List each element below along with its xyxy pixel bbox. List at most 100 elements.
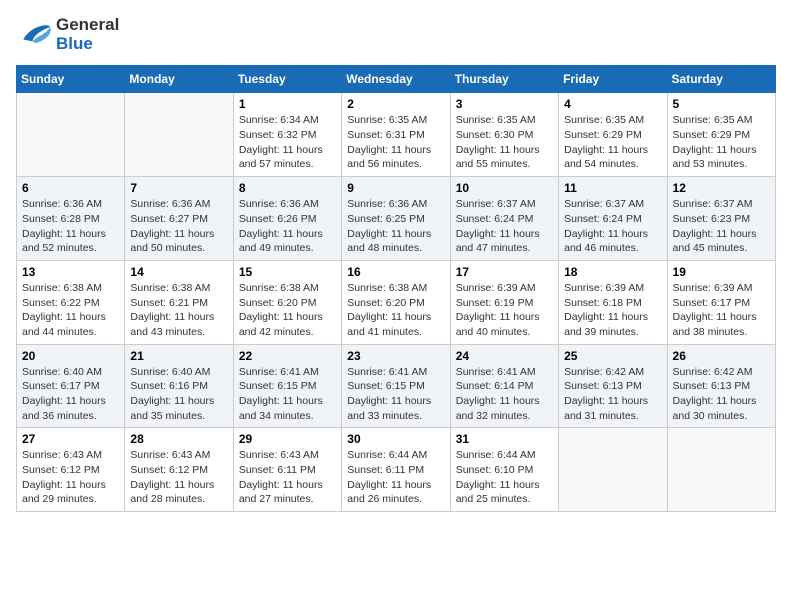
calendar-cell: 18Sunrise: 6:39 AM Sunset: 6:18 PM Dayli… [559, 260, 667, 344]
day-detail: Sunrise: 6:36 AM Sunset: 6:28 PM Dayligh… [22, 197, 119, 256]
calendar-cell: 27Sunrise: 6:43 AM Sunset: 6:12 PM Dayli… [17, 428, 125, 512]
day-header-wednesday: Wednesday [342, 66, 450, 93]
day-number: 24 [456, 349, 553, 363]
day-detail: Sunrise: 6:44 AM Sunset: 6:10 PM Dayligh… [456, 448, 553, 507]
day-detail: Sunrise: 6:35 AM Sunset: 6:29 PM Dayligh… [564, 113, 661, 172]
day-number: 15 [239, 265, 336, 279]
calendar-header-row: SundayMondayTuesdayWednesdayThursdayFrid… [17, 66, 776, 93]
calendar-cell: 17 Sunrise: 6:39 AM Sunset: 6:19 PM Dayli… [450, 260, 558, 344]
day-number: 19 [673, 265, 770, 279]
day-number: 4 [564, 97, 661, 111]
logo-text: General Blue [56, 16, 119, 53]
calendar-week-row: 20 Sunrise: 6:40 AM Sunset: 6:17 PM Dayli… [17, 344, 776, 428]
day-header-friday: Friday [559, 66, 667, 93]
day-detail: Sunrise: 6:35 AM Sunset: 6:29 PM Dayligh… [673, 113, 770, 172]
day-detail: Sunrise: 6:37 AM Sunset: 6:23 PM Dayligh… [673, 197, 770, 256]
day-number: 30 [347, 432, 444, 446]
day-number: 2 [347, 97, 444, 111]
day-number: 16 [347, 265, 444, 279]
calendar-cell [559, 428, 667, 512]
day-number: 29 [239, 432, 336, 446]
day-number: 26 [673, 349, 770, 363]
calendar-week-row: 13 Sunrise: 6:38 AM Sunset: 6:22 PM Dayli… [17, 260, 776, 344]
day-number: 11 [564, 181, 661, 195]
day-number: 23 [347, 349, 444, 363]
day-number: 20 [22, 349, 119, 363]
calendar-week-row: 6Sunrise: 6:36 AM Sunset: 6:28 PM Daylig… [17, 177, 776, 261]
day-number: 12 [673, 181, 770, 195]
day-detail: Sunrise: 6:38 AM Sunset: 6:21 PM Dayligh… [130, 281, 227, 340]
day-detail: Sunrise: 6:41 AM Sunset: 6:15 PM Dayligh… [347, 365, 444, 424]
day-number: 27 [22, 432, 119, 446]
day-number: 18 [564, 265, 661, 279]
day-number: 1 [239, 97, 336, 111]
calendar-cell: 26Sunrise: 6:42 AM Sunset: 6:13 PM Dayli… [667, 344, 775, 428]
day-number: 14 [130, 265, 227, 279]
day-number: 25 [564, 349, 661, 363]
calendar-cell: 23 Sunrise: 6:41 AM Sunset: 6:15 PM Dayli… [342, 344, 450, 428]
day-detail: Sunrise: 6:40 AM Sunset: 6:17 PM Dayligh… [22, 365, 119, 424]
day-number: 7 [130, 181, 227, 195]
day-detail: Sunrise: 6:41 AM Sunset: 6:14 PM Dayligh… [456, 365, 553, 424]
calendar-cell [667, 428, 775, 512]
day-number: 5 [673, 97, 770, 111]
day-detail: Sunrise: 6:43 AM Sunset: 6:11 PM Dayligh… [239, 448, 336, 507]
calendar-cell: 11 Sunrise: 6:37 AM Sunset: 6:24 PM Dayli… [559, 177, 667, 261]
calendar-cell: 31 Sunrise: 6:44 AM Sunset: 6:10 PM Dayli… [450, 428, 558, 512]
logo-bird-icon [16, 21, 52, 49]
day-header-saturday: Saturday [667, 66, 775, 93]
calendar-cell: 24 Sunrise: 6:41 AM Sunset: 6:14 PM Dayli… [450, 344, 558, 428]
calendar-cell: 15Sunrise: 6:38 AM Sunset: 6:20 PM Dayli… [233, 260, 341, 344]
calendar-cell: 22 Sunrise: 6:41 AM Sunset: 6:15 PM Dayli… [233, 344, 341, 428]
day-detail: Sunrise: 6:35 AM Sunset: 6:30 PM Dayligh… [456, 113, 553, 172]
day-detail: Sunrise: 6:36 AM Sunset: 6:26 PM Dayligh… [239, 197, 336, 256]
calendar-cell: 14 Sunrise: 6:38 AM Sunset: 6:21 PM Dayli… [125, 260, 233, 344]
calendar-cell: 10 Sunrise: 6:37 AM Sunset: 6:24 PM Dayli… [450, 177, 558, 261]
day-detail: Sunrise: 6:39 AM Sunset: 6:19 PM Dayligh… [456, 281, 553, 340]
calendar-cell: 9Sunrise: 6:36 AM Sunset: 6:25 PM Daylig… [342, 177, 450, 261]
day-number: 17 [456, 265, 553, 279]
calendar-cell [125, 93, 233, 177]
calendar-cell: 8 Sunrise: 6:36 AM Sunset: 6:26 PM Daylig… [233, 177, 341, 261]
calendar-cell: 5 Sunrise: 6:35 AM Sunset: 6:29 PM Daylig… [667, 93, 775, 177]
calendar-week-row: 1 Sunrise: 6:34 AM Sunset: 6:32 PM Daylig… [17, 93, 776, 177]
day-number: 10 [456, 181, 553, 195]
day-header-monday: Monday [125, 66, 233, 93]
day-detail: Sunrise: 6:36 AM Sunset: 6:25 PM Dayligh… [347, 197, 444, 256]
day-number: 8 [239, 181, 336, 195]
calendar-cell: 4 Sunrise: 6:35 AM Sunset: 6:29 PM Daylig… [559, 93, 667, 177]
day-number: 22 [239, 349, 336, 363]
day-number: 21 [130, 349, 227, 363]
day-detail: Sunrise: 6:44 AM Sunset: 6:11 PM Dayligh… [347, 448, 444, 507]
calendar-table: SundayMondayTuesdayWednesdayThursdayFrid… [16, 65, 776, 512]
day-header-thursday: Thursday [450, 66, 558, 93]
day-number: 13 [22, 265, 119, 279]
calendar-week-row: 27 Sunrise: 6:43 AM Sunset: 6:12 PM Dayli… [17, 428, 776, 512]
day-detail: Sunrise: 6:34 AM Sunset: 6:32 PM Dayligh… [239, 113, 336, 172]
day-detail: Sunrise: 6:41 AM Sunset: 6:15 PM Dayligh… [239, 365, 336, 424]
logo: General Blue [16, 16, 119, 53]
calendar-cell: 7 Sunrise: 6:36 AM Sunset: 6:27 PM Daylig… [125, 177, 233, 261]
calendar-cell: 30 Sunrise: 6:44 AM Sunset: 6:11 PM Dayli… [342, 428, 450, 512]
day-detail: Sunrise: 6:38 AM Sunset: 6:22 PM Dayligh… [22, 281, 119, 340]
day-detail: Sunrise: 6:42 AM Sunset: 6:13 PM Dayligh… [564, 365, 661, 424]
day-detail: Sunrise: 6:37 AM Sunset: 6:24 PM Dayligh… [456, 197, 553, 256]
calendar-cell: 25 Sunrise: 6:42 AM Sunset: 6:13 PM Dayli… [559, 344, 667, 428]
calendar-cell: 6Sunrise: 6:36 AM Sunset: 6:28 PM Daylig… [17, 177, 125, 261]
calendar-cell: 28 Sunrise: 6:43 AM Sunset: 6:12 PM Dayli… [125, 428, 233, 512]
page-header: General Blue [16, 16, 776, 53]
day-number: 28 [130, 432, 227, 446]
calendar-cell: 3Sunrise: 6:35 AM Sunset: 6:30 PM Daylig… [450, 93, 558, 177]
calendar-cell [17, 93, 125, 177]
day-detail: Sunrise: 6:43 AM Sunset: 6:12 PM Dayligh… [130, 448, 227, 507]
calendar-cell: 13 Sunrise: 6:38 AM Sunset: 6:22 PM Dayli… [17, 260, 125, 344]
calendar-cell: 20 Sunrise: 6:40 AM Sunset: 6:17 PM Dayli… [17, 344, 125, 428]
calendar-cell: 12 Sunrise: 6:37 AM Sunset: 6:23 PM Dayli… [667, 177, 775, 261]
day-number: 31 [456, 432, 553, 446]
calendar-cell: 2Sunrise: 6:35 AM Sunset: 6:31 PM Daylig… [342, 93, 450, 177]
day-detail: Sunrise: 6:40 AM Sunset: 6:16 PM Dayligh… [130, 365, 227, 424]
day-detail: Sunrise: 6:36 AM Sunset: 6:27 PM Dayligh… [130, 197, 227, 256]
day-detail: Sunrise: 6:37 AM Sunset: 6:24 PM Dayligh… [564, 197, 661, 256]
day-detail: Sunrise: 6:39 AM Sunset: 6:17 PM Dayligh… [673, 281, 770, 340]
calendar-cell: 19 Sunrise: 6:39 AM Sunset: 6:17 PM Dayli… [667, 260, 775, 344]
